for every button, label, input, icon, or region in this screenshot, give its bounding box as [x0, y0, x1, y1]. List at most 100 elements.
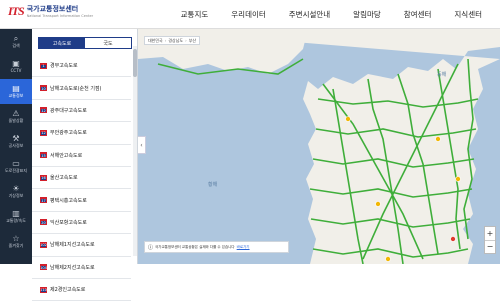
expressway-shield-icon: 104 — [40, 264, 47, 271]
expressway-shield-icon: 1 — [40, 62, 47, 69]
expressway-shield-icon: 102 — [40, 241, 47, 248]
nav-nearby[interactable]: 주변시설안내 — [289, 9, 330, 20]
sidebar-item-label: CCTV — [10, 68, 22, 73]
incident-marker[interactable] — [435, 136, 441, 142]
info-icon: ⓘ — [148, 244, 154, 251]
sidebar-item-3[interactable]: ⚠ 돌발상황 — [0, 104, 32, 129]
expressway-shield-icon: 20 — [40, 219, 47, 226]
expressway-shield-icon: 10 — [40, 85, 47, 92]
incident-icon: ⚠ — [12, 109, 20, 118]
logo-mark: ITS — [8, 4, 25, 18]
road-type-tabs: 고속도로 국도 — [38, 37, 132, 49]
nav-notice[interactable]: 알림마당 — [353, 9, 381, 20]
traffic-icon: ▤ — [12, 84, 20, 93]
notice-link[interactable]: 바로가기 — [237, 245, 250, 250]
road-name: 남해고속도로(순천 기점) — [50, 85, 102, 92]
traffic-map[interactable]: 대한민국 › 경상남도 › 부산 황해 동해 ⓘ 국가교통정보센터 교통상황은 실제… — [138, 29, 500, 264]
road-list-item[interactable]: 16 울산고속도로 — [32, 167, 131, 190]
incident-marker[interactable] — [455, 176, 461, 182]
road-name: 경부고속도로 — [50, 63, 78, 70]
notice-bar: ⓘ 국가교통정보센터 교통상황은 실제와 다를 수 있습니다 바로가기 — [144, 241, 289, 253]
road-list-panel: 고속도로 국도 1 경부고속도로 10 남해고속도로(순천 기점) 12 광주대구고속도로… — [32, 29, 138, 301]
nav-traffic-map[interactable]: 교통지도 — [181, 9, 209, 20]
breadcrumb-city[interactable]: 부산 — [189, 38, 196, 44]
sidebar-item-label: 돌발상황 — [8, 118, 24, 123]
cctv-icon: ▣ — [12, 59, 20, 68]
road-list-item[interactable]: 1 경부고속도로 — [32, 55, 131, 78]
sidebar-item-label: 교통정보 — [8, 93, 24, 98]
search-icon: ⌕ — [13, 34, 19, 43]
sidebar-item-5[interactable]: ▭ 도로전광표지 — [0, 154, 32, 179]
road-name: 광주대구고속도로 — [50, 107, 87, 114]
scrollbar[interactable] — [133, 46, 137, 256]
header: ITS 국가교통정보센터 National Transport Informat… — [0, 0, 500, 29]
road-name: 무안광주고속도로 — [50, 130, 87, 137]
road-list-item[interactable]: 20 익산포항고속도로 — [32, 212, 131, 235]
weather-icon: ☀ — [12, 184, 20, 193]
sign-icon: ▭ — [12, 159, 20, 168]
sidebar-item-6[interactable]: ☀ 기상정보 — [0, 179, 32, 204]
expressway-shield-icon: 15 — [40, 152, 47, 159]
road-name: 제2경인고속도로 — [50, 287, 86, 294]
road-list-item[interactable]: 104 남해제2지선고속도로 — [32, 257, 131, 279]
incident-marker[interactable] — [345, 116, 351, 122]
sidebar-item-label: 교통량/속도 — [6, 218, 26, 223]
road-name: 익산포항고속도로 — [50, 219, 87, 226]
sidebar-item-label: 기상정보 — [8, 193, 24, 198]
sidebar-item-1[interactable]: ▣ CCTV — [0, 54, 32, 79]
sidebar-item-7[interactable]: ▥ 교통량/속도 — [0, 204, 32, 229]
road-name: 서해안고속도로 — [50, 152, 83, 159]
logo[interactable]: ITS 국가교통정보센터 National Transport Informat… — [8, 5, 93, 25]
incident-marker[interactable] — [385, 256, 391, 262]
road-list: 1 경부고속도로 10 남해고속도로(순천 기점) 12 광주대구고속도로 12 무안광주고속… — [32, 55, 131, 301]
zoom-out-button[interactable]: − — [485, 239, 495, 254]
road-list-item[interactable]: 102 남해제1지선고속도로 — [32, 234, 131, 257]
zoom-in-button[interactable]: + — [485, 227, 495, 240]
top-nav: 교통지도 우리데이터 주변시설안내 알림마당 참여센터 지식센터 — [158, 9, 482, 20]
road-list-item[interactable]: 110 제2경인고속도로 — [32, 279, 131, 301]
chart-icon: ▥ — [12, 209, 20, 218]
sidebar-item-0[interactable]: ⌕ 검색 — [0, 29, 32, 54]
road-list-item[interactable]: 10 남해고속도로(순천 기점) — [32, 77, 131, 100]
scrollbar-thumb[interactable] — [133, 49, 137, 77]
sidebar-item-label: 도로전광표지 — [4, 168, 28, 173]
sidebar-item-8[interactable]: ☆ 즐겨찾기 — [0, 229, 32, 254]
expressway-shield-icon: 12 — [40, 129, 47, 136]
logo-subtitle: National Transport Information Center — [26, 14, 94, 18]
road-list-item[interactable]: 15 서해안고속도로 — [32, 145, 131, 167]
star-icon: ☆ — [12, 234, 20, 243]
sidebar-item-2[interactable]: ▤ 교통정보 — [0, 79, 32, 104]
road-list-item[interactable]: 12 광주대구고속도로 — [32, 100, 131, 123]
road-name: 남해제2지선고속도로 — [50, 264, 95, 271]
sidebar-item-label: 즐겨찾기 — [8, 243, 24, 248]
expressway-shield-icon: 110 — [40, 286, 47, 293]
incident-marker[interactable] — [450, 236, 456, 242]
breadcrumb-country[interactable]: 대한민국 — [148, 38, 163, 44]
sidebar-item-4[interactable]: ⚒ 공사정보 — [0, 129, 32, 154]
map-canvas — [138, 29, 500, 264]
nav-our-data[interactable]: 우리데이터 — [231, 9, 266, 20]
expressway-shield-icon: 16 — [40, 174, 47, 181]
logo-title: 국가교통정보센터 — [26, 5, 79, 13]
breadcrumb-province[interactable]: 경상남도 — [168, 38, 183, 44]
expressway-shield-icon: 17 — [40, 197, 47, 204]
zoom-control: + − — [484, 226, 496, 254]
road-list-item[interactable]: 17 평택시흥고속도로 — [32, 189, 131, 212]
breadcrumb[interactable]: 대한민국 › 경상남도 › 부산 — [144, 36, 201, 45]
collapse-panel-button[interactable]: ‹ — [138, 136, 146, 154]
tab-expressway[interactable]: 고속도로 — [39, 38, 85, 48]
nav-participation[interactable]: 참여센터 — [404, 9, 432, 20]
notice-text: 국가교통정보센터 교통상황은 실제와 다를 수 있습니다 — [155, 244, 235, 249]
sea-label-west: 황해 — [208, 182, 218, 188]
road-name: 남해제1지선고속도로 — [50, 242, 95, 249]
road-name: 평택시흥고속도로 — [50, 197, 87, 204]
expressway-shield-icon: 12 — [40, 107, 47, 114]
road-list-item[interactable]: 12 무안광주고속도로 — [32, 122, 131, 145]
incident-marker[interactable] — [375, 201, 381, 207]
sea-label-east: 동해 — [437, 72, 447, 78]
construction-icon: ⚒ — [12, 134, 20, 143]
road-name: 울산고속도로 — [50, 175, 78, 182]
nav-knowledge[interactable]: 지식센터 — [454, 9, 482, 20]
sidebar-item-label: 검색 — [12, 43, 20, 48]
tab-national-road[interactable]: 국도 — [85, 38, 131, 48]
